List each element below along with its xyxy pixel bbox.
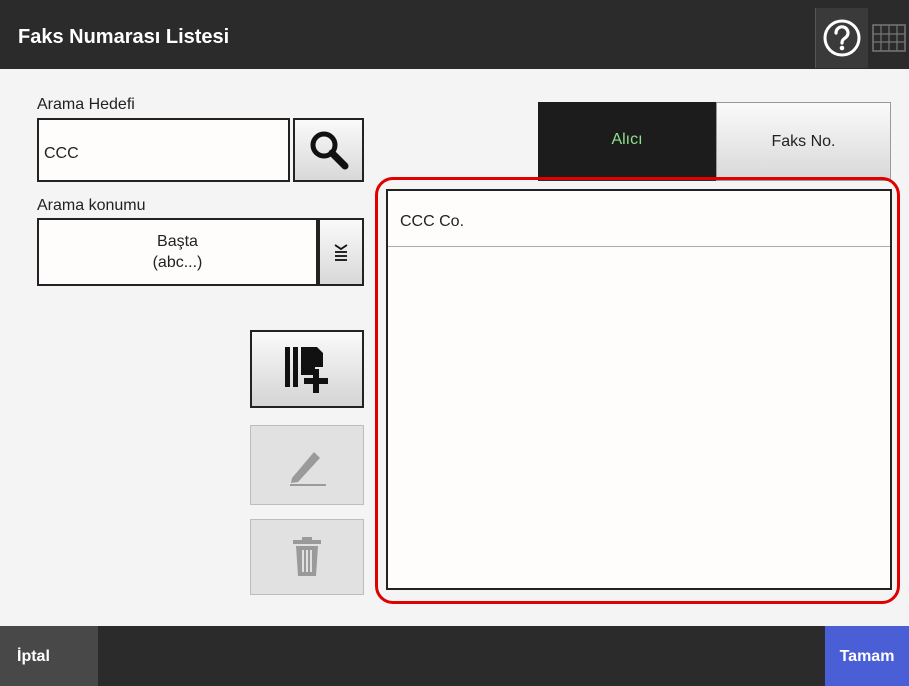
keyboard-button[interactable]	[868, 8, 909, 68]
pencil-icon	[290, 452, 326, 486]
screen: Faks Numarası Listesi Arama Hedefi CCC A…	[0, 0, 909, 686]
question-circle-icon	[823, 19, 861, 57]
keyboard-icon	[871, 24, 906, 52]
help-button[interactable]	[815, 8, 868, 68]
location-label: Arama konumu	[37, 197, 146, 214]
ok-button[interactable]: Tamam	[825, 626, 909, 686]
page-title: Faks Numarası Listesi	[18, 26, 230, 48]
fax-number-list: CCC Co.	[386, 189, 892, 590]
delete-button[interactable]	[250, 519, 364, 595]
list-item[interactable]: CCC Co.	[388, 191, 890, 247]
footer: İptal Tamam	[0, 626, 909, 686]
cancel-button[interactable]: İptal	[0, 626, 98, 686]
tab-fax-number[interactable]: Faks No.	[716, 102, 891, 181]
location-dropdown-button[interactable]	[318, 218, 364, 286]
search-location-select[interactable]: Başta (abc...)	[37, 218, 318, 286]
edit-button[interactable]	[250, 425, 364, 505]
add-entry-button[interactable]	[250, 330, 364, 408]
search-input[interactable]: CCC	[37, 118, 290, 182]
dropdown-list-icon	[334, 244, 348, 261]
location-value-line2: (abc...)	[152, 254, 203, 271]
location-value-line1: Başta	[157, 233, 198, 250]
search-button[interactable]	[293, 118, 364, 182]
search-icon	[310, 131, 348, 170]
add-entry-icon	[285, 347, 328, 393]
trash-icon	[293, 537, 321, 576]
title-bar: Faks Numarası Listesi	[0, 0, 909, 69]
tab-recipient[interactable]: Alıcı	[538, 102, 716, 181]
search-label: Arama Hedefi	[37, 96, 135, 113]
